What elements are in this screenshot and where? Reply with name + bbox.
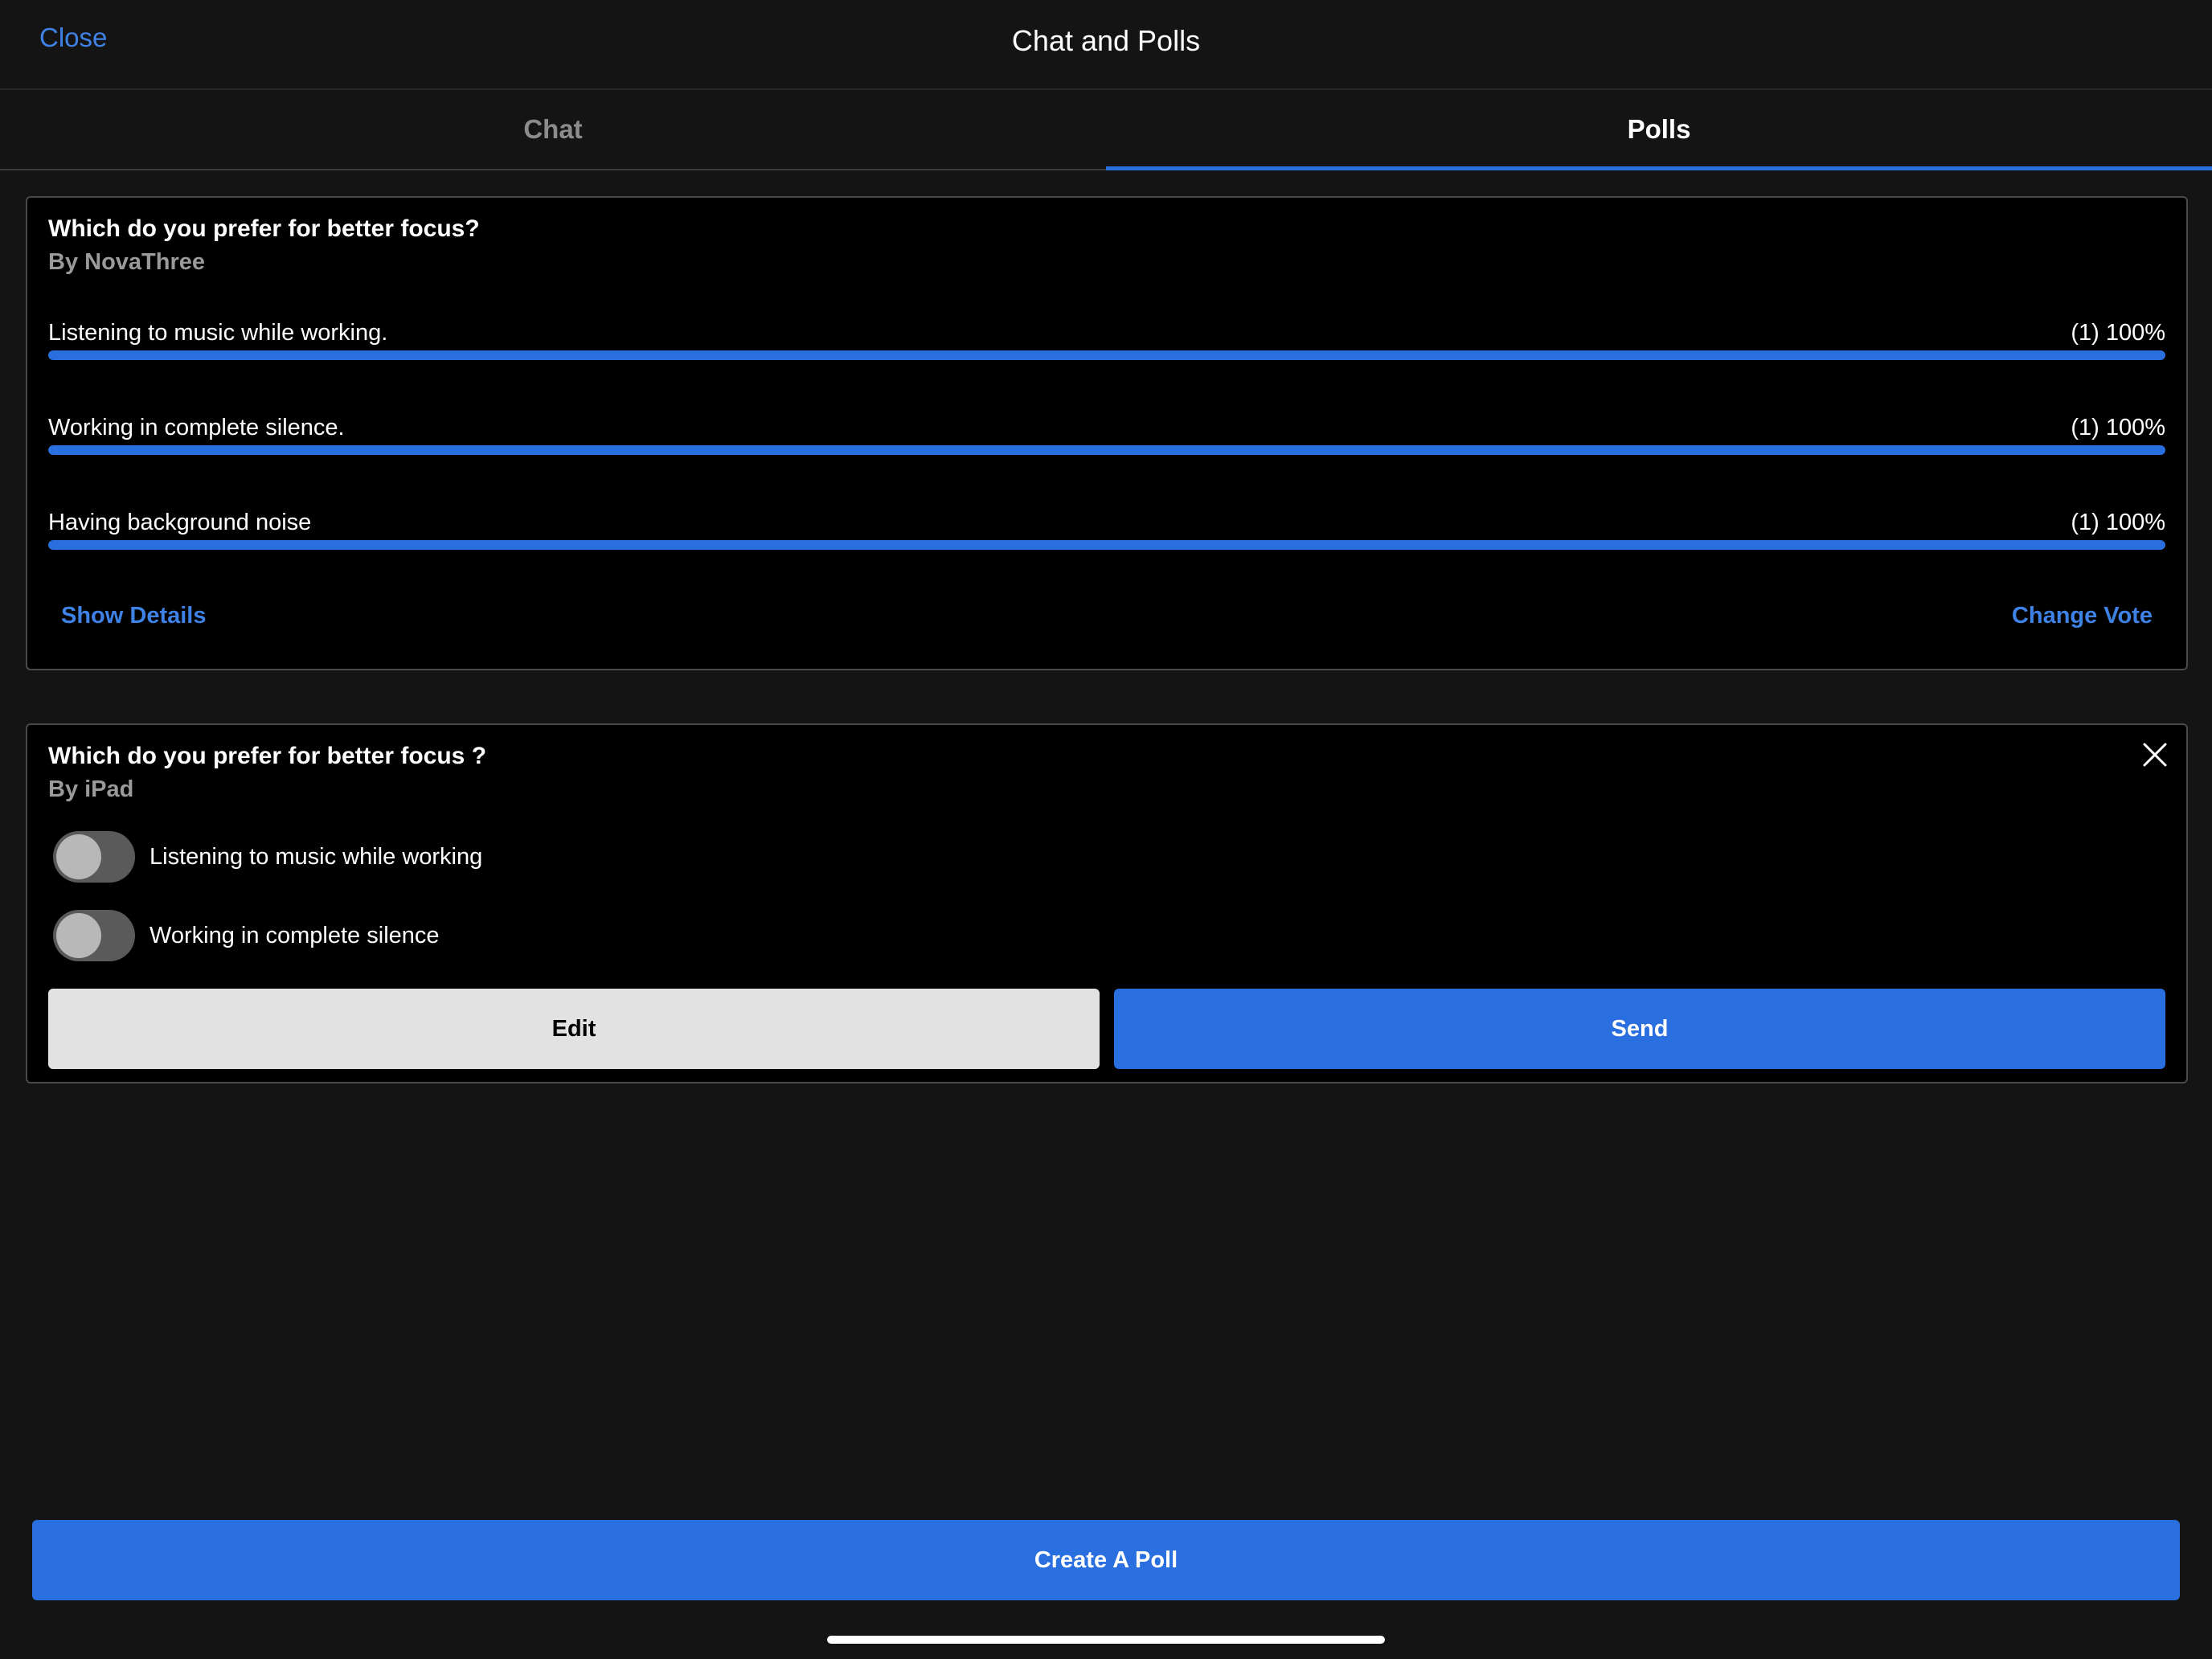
poll-option-label: Listening to music while working. [48, 320, 388, 346]
poll-question: Which do you prefer for better focus? [48, 215, 480, 242]
poll-option-progress-bar [48, 540, 2165, 550]
poll-option-progress-fill [48, 350, 2165, 360]
poll-option-count: (1) 100% [2071, 510, 2165, 535]
page-title: Chat and Polls [1011, 24, 1201, 57]
poll-option-progress-bar [48, 350, 2165, 360]
poll-author: By iPad [48, 776, 134, 802]
active-tab-indicator [1106, 166, 2212, 170]
toggle-knob [56, 913, 101, 958]
poll-option-count: (1) 100% [2071, 415, 2165, 440]
option-toggle[interactable] [53, 910, 135, 961]
create-poll-button[interactable]: Create A Poll [32, 1520, 2180, 1600]
poll-option-label: Listening to music while working [150, 844, 483, 870]
home-indicator [827, 1636, 1385, 1644]
poll-option-count: (1) 100% [2071, 320, 2165, 346]
show-details-link[interactable]: Show Details [61, 603, 207, 629]
close-icon[interactable] [2141, 741, 2169, 768]
toggle-knob [56, 834, 101, 879]
tab-chat[interactable]: Chat [0, 90, 1106, 169]
poll-option-label: Working in complete silence [150, 923, 440, 948]
poll-draft-card: Which do you prefer for better focus ? B… [26, 723, 2188, 1083]
poll-option-progress-fill [48, 445, 2165, 455]
poll-author: By NovaThree [48, 249, 206, 275]
send-button[interactable]: Send [1114, 989, 2165, 1069]
poll-question: Which do you prefer for better focus ? [48, 743, 487, 769]
option-toggle[interactable] [53, 831, 135, 883]
poll-option-progress-bar [48, 445, 2165, 455]
header-bar: Close Chat and Polls [0, 0, 2212, 90]
edit-button[interactable]: Edit [48, 989, 1100, 1069]
poll-option-label: Having background noise [48, 510, 312, 535]
poll-option-progress-fill [48, 540, 2165, 550]
poll-option-label: Working in complete silence. [48, 415, 345, 440]
tab-polls[interactable]: Polls [1106, 90, 2212, 169]
tab-bar: Chat Polls [0, 90, 2212, 170]
change-vote-link[interactable]: Change Vote [2012, 603, 2153, 629]
poll-results-card: Which do you prefer for better focus? By… [26, 196, 2188, 670]
